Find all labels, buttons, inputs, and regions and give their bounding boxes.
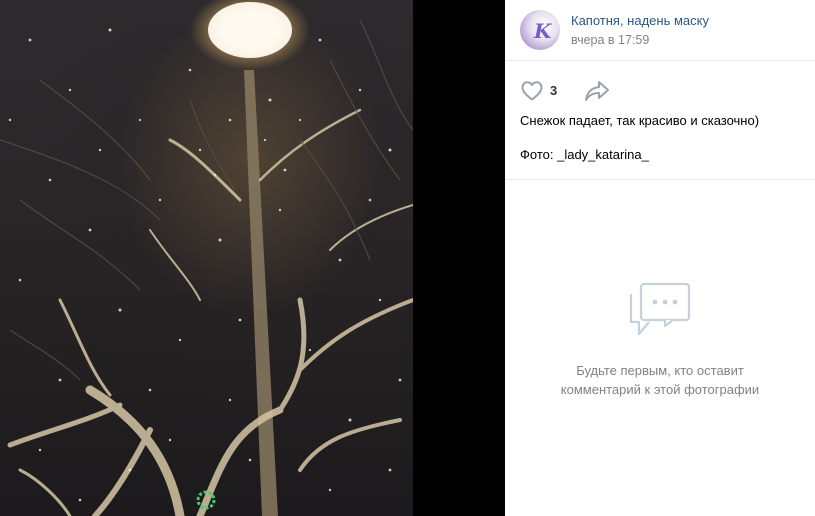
photo-credit: Фото: _lady_katarina_	[520, 147, 649, 162]
empty-comments-text: Будьте первым, кто оставит комментарий к…	[505, 361, 815, 399]
snow-night-photo[interactable]	[0, 0, 413, 516]
comments-bubble-icon	[629, 282, 691, 336]
post-side-panel: K Капотня, надень маску вчера в 17:59 3 …	[505, 0, 815, 516]
photo-letterbox	[413, 0, 505, 516]
photo-viewer[interactable]	[0, 0, 505, 516]
author-link[interactable]: Капотня, надень маску	[571, 13, 709, 28]
photo-scene	[0, 2, 413, 516]
like-count: 3	[550, 83, 558, 98]
post-header: K Капотня, надень маску вчера в 17:59	[505, 0, 815, 61]
heart-outline-icon[interactable]	[520, 79, 544, 103]
post-caption: Снежок падает, так красиво и сказочно)	[520, 113, 760, 128]
share-arrow-icon[interactable]	[584, 80, 610, 102]
post-date[interactable]: вчера в 17:59	[571, 33, 649, 47]
post-actions: 3	[505, 60, 815, 105]
divider	[505, 179, 815, 180]
empty-comments-line-1: Будьте первым, кто оставит	[576, 363, 744, 378]
empty-comments-line-2: комментарий к этой фотографии	[560, 382, 760, 397]
community-avatar[interactable]: K	[520, 10, 560, 50]
avatar-logo: K	[534, 19, 552, 43]
